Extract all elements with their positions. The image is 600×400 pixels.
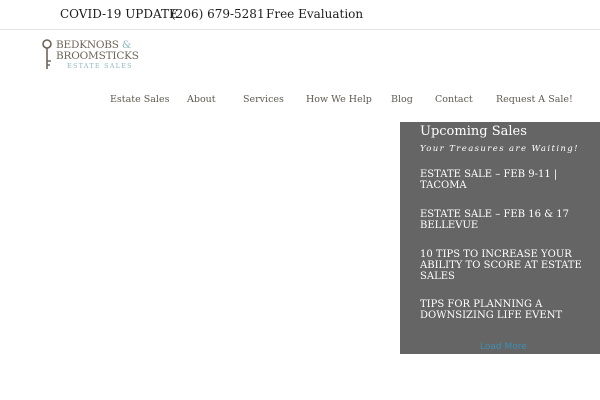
- nav-item-contact[interactable]: Contact: [435, 94, 473, 105]
- nav-item-about[interactable]: About: [187, 94, 216, 105]
- main-navigation: Estate Sales About Services How We Help …: [0, 94, 600, 108]
- upcoming-sales-panel: Upcoming Sales Your Treasures are Waitin…: [400, 122, 600, 354]
- load-more-link[interactable]: Load More: [480, 342, 527, 352]
- panel-tagline: Your Treasures are Waiting!: [420, 144, 579, 154]
- free-evaluation-link[interactable]: Free Evaluation: [266, 7, 363, 21]
- post-link[interactable]: ESTATE SALE – FEB 9-11 | TACOMA: [420, 169, 592, 191]
- nav-item-estate-sales[interactable]: Estate Sales: [110, 94, 169, 105]
- nav-item-request-a-sale[interactable]: Request A Sale!: [496, 94, 573, 105]
- logo-text-line2: BROOMSTICKS: [56, 50, 139, 62]
- nav-item-services[interactable]: Services: [243, 94, 284, 105]
- panel-title: Upcoming Sales: [420, 124, 527, 139]
- nav-item-how-we-help[interactable]: How We Help: [306, 94, 372, 105]
- phone-number-link[interactable]: (206) 679-5281: [171, 7, 265, 21]
- post-link[interactable]: ESTATE SALE – FEB 16 & 17 BELLEVUE: [420, 209, 592, 231]
- site-logo[interactable]: BEDKNOBS & BROOMSTICKS ESTATE SALES: [41, 38, 141, 72]
- nav-item-blog[interactable]: Blog: [391, 94, 413, 105]
- covid-update-link[interactable]: COVID-19 UPDATE: [60, 7, 178, 21]
- logo-text-line1: BEDKNOBS &: [56, 39, 132, 51]
- skeleton-key-icon: [42, 39, 52, 69]
- post-link[interactable]: 10 TIPS TO INCREASE YOUR ABILITY TO SCOR…: [420, 249, 592, 282]
- post-link[interactable]: TIPS FOR PLANNING A DOWNSIZING LIFE EVEN…: [420, 299, 592, 321]
- logo-subtitle: ESTATE SALES: [67, 62, 133, 70]
- top-bar: COVID-19 UPDATE (206) 679-5281 Free Eval…: [0, 0, 600, 30]
